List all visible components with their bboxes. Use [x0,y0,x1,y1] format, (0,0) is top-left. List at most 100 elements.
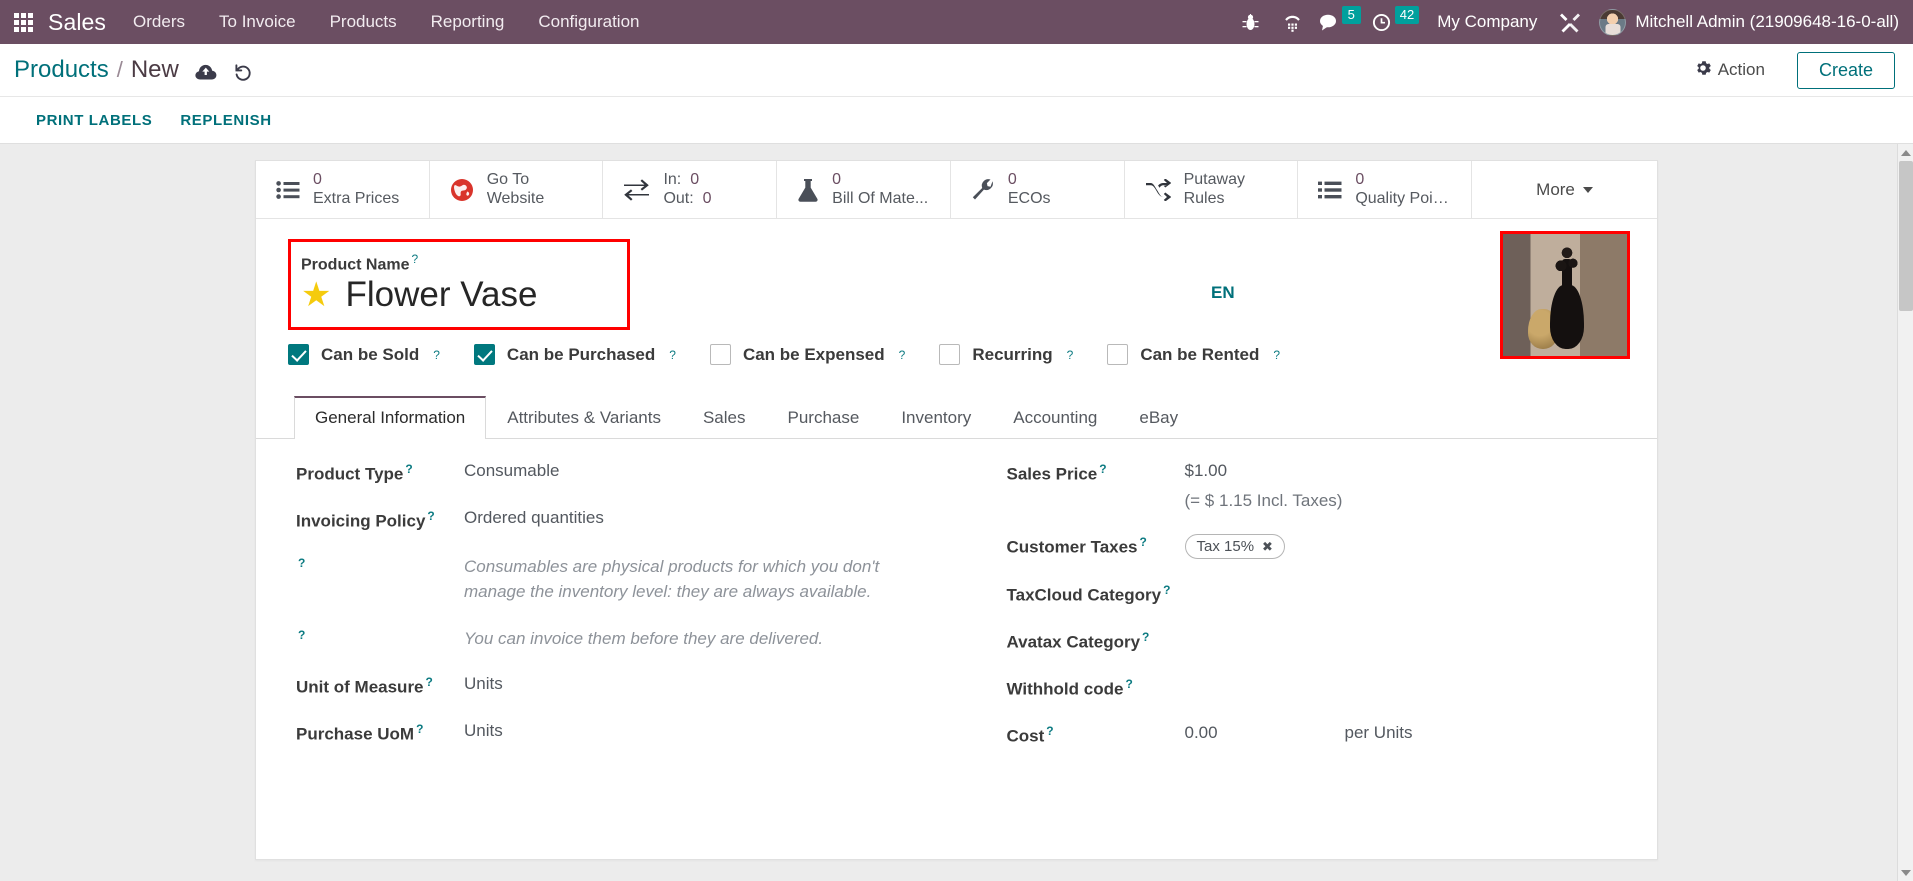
stat-button-extra-prices[interactable]: 0 Extra Prices [256,161,430,218]
help-tooltip-icon[interactable]: ? [1140,535,1147,549]
value-invoicing-policy[interactable]: Ordered quantities [464,508,604,528]
help-tooltip-icon[interactable]: ? [427,509,434,523]
close-icon[interactable]: ✖ [1262,539,1273,555]
help-tooltip-icon[interactable]: ? [899,348,906,362]
clock-icon[interactable] [1367,0,1397,44]
star-icon[interactable]: ★ [301,278,331,312]
company-switcher[interactable]: My Company [1425,12,1549,32]
scrollbar-down-arrow[interactable] [1898,864,1913,881]
user-menu[interactable]: Mitchell Admin (21909648-16-0-all) [1591,8,1899,36]
nav-menu-to-invoice[interactable]: To Invoice [202,0,313,44]
scrollbar-up-arrow[interactable] [1898,144,1913,161]
help-tooltip-icon[interactable]: ? [1067,348,1074,362]
stat-button-putaway-rules[interactable]: Putaway Rules [1125,161,1299,218]
checkbox-box-recurring[interactable] [939,344,961,366]
list-bullet-icon [276,180,300,200]
help-tooltip-icon[interactable]: ? [416,722,423,736]
nav-menu-configuration[interactable]: Configuration [521,0,656,44]
help-tooltip-icon[interactable]: ? [1046,724,1053,738]
tag-customer-tax[interactable]: Tax 15% ✖ [1184,534,1285,560]
breadcrumb-products[interactable]: Products [14,56,109,84]
tab-accounting[interactable]: Accounting [992,396,1118,439]
checkbox-can-be-purchased[interactable]: Can be Purchased? [473,344,676,366]
control-panel: Products / New Action Create PRINT LABEL… [0,44,1913,144]
label-customer-taxes: Customer Taxes? [1007,534,1185,558]
help-tooltip-icon[interactable]: ? [1163,583,1170,597]
flask-icon [797,178,819,202]
chat-bubble-icon[interactable] [1314,0,1344,44]
checkbox-recurring[interactable]: Recurring? [939,344,1074,366]
vertical-scrollbar[interactable] [1897,144,1913,881]
help-tooltip-icon[interactable]: ? [433,348,440,362]
field-row-sales-price: Sales Price? $1.00 (= $ 1.15 Incl. Taxes… [1007,461,1624,511]
replenish-button[interactable]: REPLENISH [166,112,285,129]
tab-ebay[interactable]: eBay [1118,396,1199,439]
checkbox-can-be-sold[interactable]: Can be Sold? [288,344,440,366]
checkbox-box-can-be-expensed[interactable] [709,344,731,366]
stat-in-row: In: 0 [663,171,711,190]
activities-counter[interactable]: 42 [1367,0,1425,44]
stat-value-go-to-website: Go To [486,170,530,188]
language-selector[interactable]: EN [1211,283,1235,303]
checkbox-box-can-be-rented[interactable] [1107,344,1129,366]
caret-up-icon [1901,149,1911,156]
app-brand-sales[interactable]: Sales [46,9,116,36]
help-tooltip-icon[interactable]: ? [1273,348,1280,362]
stat-button-ecos[interactable]: 0 ECOs [951,161,1125,218]
print-labels-button[interactable]: PRINT LABELS [22,112,166,129]
value-unit-of-measure[interactable]: Units [464,674,503,694]
value-purchase-uom[interactable]: Units [464,721,503,741]
nav-menu-products[interactable]: Products [313,0,414,44]
label-text-product-type: Product Type [296,465,404,485]
sales-price-block: $1.00 (= $ 1.15 Incl. Taxes) [1185,461,1343,511]
label-sales-price: Sales Price? [1007,461,1185,485]
customer-taxes-value[interactable]: Tax 15% ✖ [1184,534,1285,560]
help-tooltip-icon[interactable]: ? [298,628,305,642]
stat-label-go-to-website: Website [486,189,545,207]
product-image-box[interactable] [1500,231,1630,359]
help-tooltip-icon[interactable]: ? [1099,462,1106,476]
stat-button-bill-of-materials[interactable]: 0 Bill Of Mate... [777,161,951,218]
create-button[interactable]: Create [1796,51,1895,89]
value-sales-price[interactable]: $1.00 [1185,461,1343,481]
checkbox-can-be-rented[interactable]: Can be Rented? [1107,344,1280,366]
value-cost[interactable]: 0.00 [1185,723,1345,743]
messages-counter[interactable]: 5 [1314,0,1367,44]
checkbox-box-can-be-purchased[interactable] [473,344,495,366]
field-row-invoice-note: ? You can invoice them before they are d… [296,627,923,651]
phone-keypad-icon[interactable] [1272,0,1314,44]
help-tooltip-icon[interactable]: ? [298,556,305,570]
stat-button-quality-points[interactable]: 0 Quality Points [1298,161,1473,218]
apps-grid-icon[interactable] [0,0,46,44]
tab-attributes-variants[interactable]: Attributes & Variants [486,396,682,439]
help-tooltip-icon[interactable]: ? [411,252,418,266]
tab-general-information[interactable]: General Information [294,396,487,440]
stat-button-go-to-website[interactable]: Go To Website [430,161,604,218]
checkbox-box-can-be-sold[interactable] [288,344,309,366]
nav-menu-reporting[interactable]: Reporting [414,0,522,44]
scrollbar-thumb[interactable] [1899,161,1913,311]
field-row-unit-of-measure: Unit of Measure? Units [296,674,923,698]
help-tooltip-icon[interactable]: ? [1125,677,1132,691]
product-name-field-highlight[interactable]: Product Name? ★ Flower Vase [288,239,630,331]
bug-icon[interactable] [1230,0,1272,44]
more-stat-buttons-dropdown[interactable]: More [1472,161,1657,218]
tab-sales[interactable]: Sales [682,396,767,439]
stat-button-in-out[interactable]: In: 0 Out: 0 [603,161,778,218]
help-tooltip-icon[interactable]: ? [669,348,676,362]
tools-icon[interactable] [1549,0,1591,44]
tab-purchase[interactable]: Purchase [766,396,880,439]
action-button[interactable]: Action [1685,56,1775,85]
cloud-upload-icon[interactable] [195,64,217,81]
undo-icon[interactable] [233,63,253,82]
help-tooltip-icon[interactable]: ? [1142,630,1149,644]
nav-menu-orders[interactable]: Orders [116,0,202,44]
value-product-type[interactable]: Consumable [464,461,559,481]
checkbox-can-be-expensed[interactable]: Can be Expensed? [709,344,906,366]
stat-label-extra-prices: Extra Prices [313,189,400,207]
help-tooltip-icon[interactable]: ? [426,675,433,689]
label-cost: Cost? [1007,723,1185,747]
help-tooltip-icon[interactable]: ? [405,462,412,476]
tab-inventory[interactable]: Inventory [880,396,992,439]
product-name-input[interactable]: Flower Vase [345,276,537,314]
